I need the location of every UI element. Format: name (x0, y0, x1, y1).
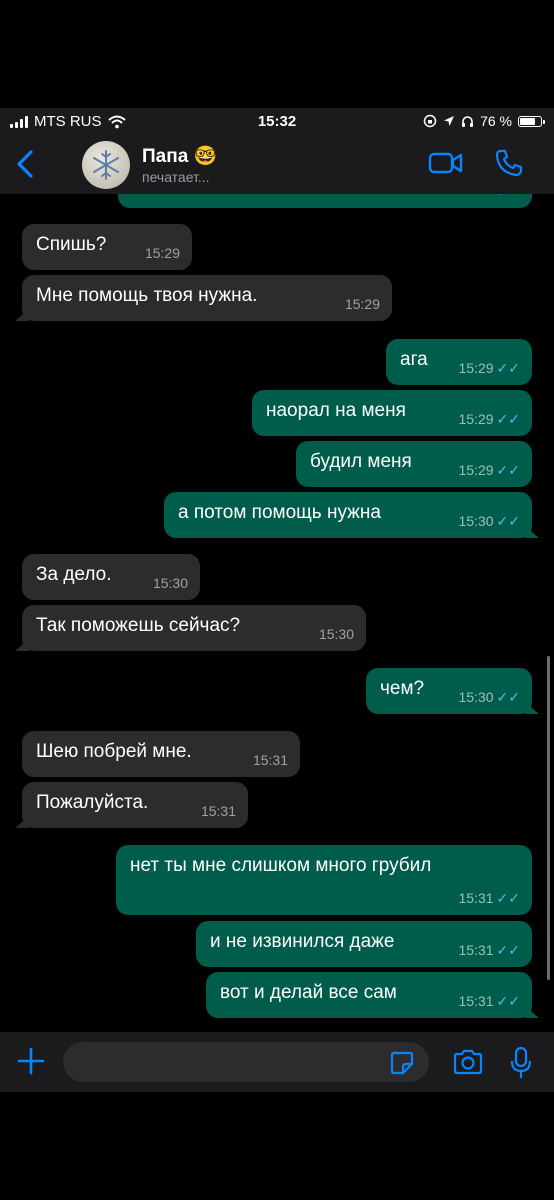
message-meta: 15:29 (345, 293, 380, 315)
message-time: 15:31 (252, 752, 288, 768)
status-bar: MTS RUS 15:32 76 % (0, 108, 554, 136)
message-bubble[interactable]: ага 15:29 ✓✓ (386, 339, 532, 385)
message-meta: 15:31 (201, 800, 236, 822)
double-check-icon: ✓✓ (496, 942, 520, 958)
message-text: Так поможешь сейчас? (36, 615, 241, 636)
bubble-tail (525, 526, 539, 538)
message-time: 15:31 (200, 803, 236, 819)
video-camera-icon[interactable] (428, 150, 464, 176)
bubble-tail (15, 639, 29, 651)
message-meta: ✓✓ (497, 194, 520, 202)
message-list[interactable]: ✓✓ Спишь? 15:29 Мне помощь твоя нужна. 15:… (0, 194, 554, 1032)
message-time: 15:29 (458, 360, 494, 376)
message-bubble-partial: ✓✓ (118, 194, 532, 208)
input-bar (0, 1032, 554, 1092)
snowflake-icon (92, 150, 120, 180)
message-bubble[interactable]: Так поможешь сейчас? 15:30 (15, 605, 366, 651)
message-text: вот и делай все сам (220, 982, 397, 1003)
message-text: а потом помощь нужна (178, 502, 381, 523)
double-check-icon: ✓✓ (496, 513, 520, 529)
double-check-icon: ✓✓ (496, 411, 520, 427)
message-time: 15:29 (344, 296, 380, 312)
message-time: 15:30 (458, 513, 494, 529)
message-meta: 15:30 ✓✓ (458, 510, 520, 532)
double-check-icon: ✓✓ (496, 462, 520, 478)
typing-status: печатает... (142, 169, 210, 185)
sticker-icon[interactable] (389, 1050, 415, 1076)
message-bubble[interactable]: а потом помощь нужна 15:30 ✓✓ (164, 492, 539, 538)
message-meta: 15:30 (319, 623, 354, 645)
message-text: будил меня (310, 451, 412, 472)
message-text: За дело. (36, 564, 112, 585)
message-bubble[interactable]: Шею побрей мне. 15:31 (22, 731, 300, 777)
message-bubble[interactable]: нет ты мне слишком много грубил 15:31 ✓✓ (116, 845, 532, 915)
message-meta: 15:29 (145, 242, 180, 264)
camera-icon[interactable] (452, 1048, 484, 1076)
double-check-icon: ✓✓ (496, 890, 520, 906)
message-time: 15:30 (152, 575, 188, 591)
message-text: нет ты мне слишком много грубил (130, 855, 432, 876)
message-meta: 15:29 ✓✓ (458, 408, 520, 430)
message-time: 15:29 (458, 462, 494, 478)
message-time: 15:31 (458, 942, 494, 958)
message-text: чем? (380, 678, 425, 699)
message-text: Пожалуйста. (36, 792, 149, 813)
message-meta: 15:31 (253, 749, 288, 771)
message-meta: 15:31 ✓✓ (458, 887, 520, 909)
location-icon (444, 116, 455, 126)
message-meta: 15:31 ✓✓ (458, 990, 520, 1012)
double-check-icon: ✓✓ (496, 360, 520, 376)
message-meta: 15:29 ✓✓ (458, 357, 520, 379)
message-text: Шею побрей мне. (36, 741, 192, 762)
message-time: 15:31 (458, 993, 494, 1009)
lock-rotation-icon (423, 114, 437, 128)
message-bubble[interactable]: вот и делай все сам 15:31 ✓✓ (206, 972, 539, 1018)
headphones-icon (462, 115, 474, 127)
battery-label: 76 % (480, 113, 512, 129)
bubble-tail (525, 1006, 539, 1018)
message-text: и не извинился даже (210, 931, 395, 952)
message-meta: 15:31 ✓✓ (458, 939, 520, 961)
message-text: ага (400, 349, 428, 370)
message-bubble[interactable]: Спишь? 15:29 (22, 224, 192, 270)
bubble-tail (15, 309, 29, 321)
message-bubble[interactable]: чем? 15:30 ✓✓ (366, 668, 539, 714)
message-bubble[interactable]: За дело. 15:30 (22, 554, 200, 600)
message-meta: 15:29 ✓✓ (458, 459, 520, 481)
message-time: 15:30 (318, 626, 354, 642)
double-check-icon: ✓✓ (496, 689, 520, 705)
message-text: наорал на меня (266, 400, 406, 421)
plus-icon[interactable] (16, 1046, 46, 1076)
bubble-tail (525, 702, 539, 714)
message-bubble[interactable]: и не извинился даже 15:31 ✓✓ (196, 921, 532, 967)
avatar[interactable] (82, 141, 130, 189)
microphone-icon[interactable] (509, 1046, 533, 1080)
message-time: 15:31 (458, 890, 494, 906)
battery-icon (518, 115, 545, 127)
status-right: 76 % (423, 113, 545, 129)
message-time: 15:30 (458, 689, 494, 705)
double-check-icon: ✓✓ (496, 993, 520, 1009)
message-meta: 15:30 (153, 572, 188, 594)
back-chevron-icon[interactable] (14, 148, 36, 180)
scrollbar[interactable] (547, 656, 550, 980)
message-bubble[interactable]: Пожалуйста. 15:31 (15, 782, 248, 828)
message-bubble[interactable]: будил меня 15:29 ✓✓ (296, 441, 532, 487)
message-time: 15:29 (144, 245, 180, 261)
bubble-tail (15, 816, 29, 828)
chat-header: Папа 🤓 печатает... (0, 136, 554, 194)
message-time: 15:29 (458, 411, 494, 427)
message-meta: 15:30 ✓✓ (458, 686, 520, 708)
phone-icon[interactable] (494, 148, 524, 178)
contact-name[interactable]: Папа 🤓 (142, 144, 217, 168)
message-input[interactable] (63, 1042, 429, 1082)
message-bubble[interactable]: Мне помощь твоя нужна. 15:29 (15, 275, 392, 321)
message-bubble[interactable]: наорал на меня 15:29 ✓✓ (252, 390, 532, 436)
message-text: Мне помощь твоя нужна. (36, 285, 258, 306)
message-text: Спишь? (36, 234, 107, 255)
